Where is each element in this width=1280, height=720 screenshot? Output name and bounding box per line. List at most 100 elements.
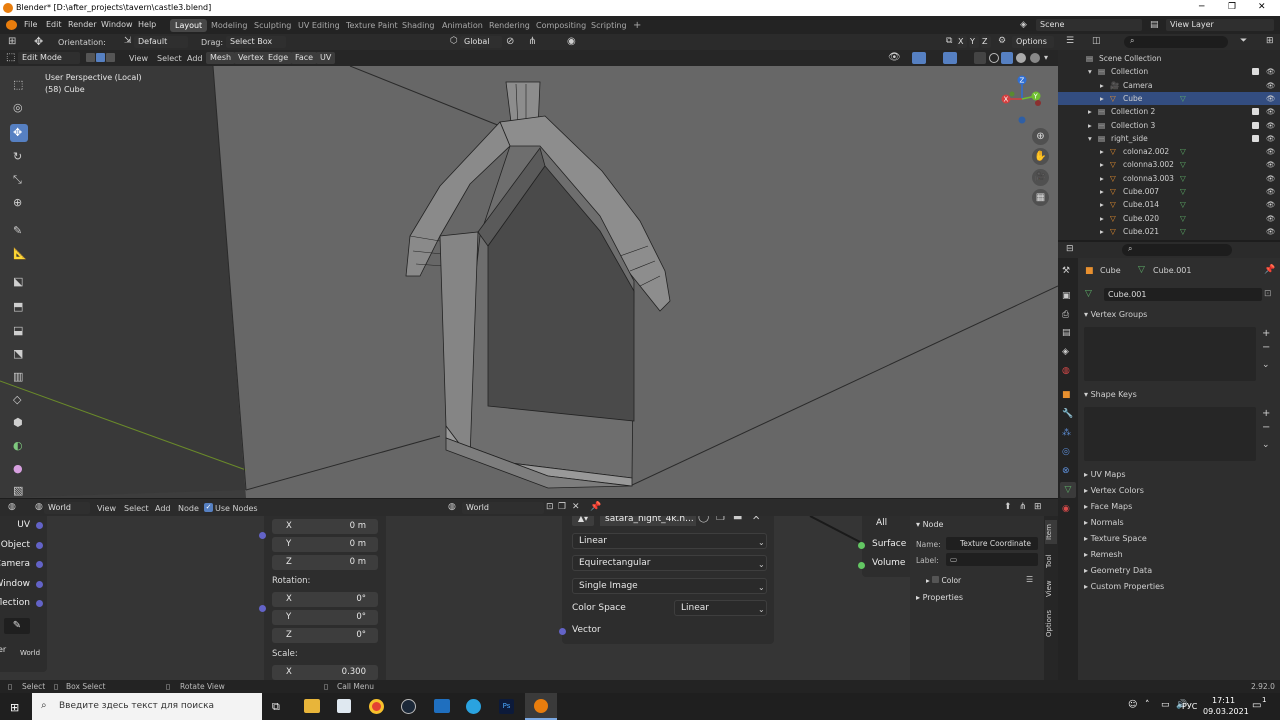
expand-arrow-icon[interactable]: ▸ (1100, 92, 1104, 105)
add-cube-tool-icon[interactable]: ⬕ (10, 273, 28, 291)
property-section-header[interactable]: ▸ Custom Properties (1084, 582, 1164, 591)
expand-arrow-icon[interactable]: ▸ (1100, 158, 1104, 171)
property-section-header[interactable]: ▸ Texture Space (1084, 534, 1147, 543)
select-box-tool-icon[interactable]: ⬚ (10, 76, 28, 94)
tab-shading[interactable]: Shading (397, 19, 440, 32)
property-section-header[interactable]: ▸ Geometry Data (1084, 566, 1152, 575)
property-section-header[interactable]: ▸ Remesh (1084, 550, 1123, 559)
texcoord-output-socket[interactable] (36, 522, 43, 529)
node-color-checkbox[interactable] (932, 576, 940, 583)
expand-arrow-icon[interactable]: ▸ (1100, 79, 1104, 92)
spin-tool-icon[interactable]: ◐ (10, 437, 28, 455)
output-target-dropdown[interactable]: All (876, 518, 887, 528)
measure-tool-icon[interactable]: 📐 (10, 245, 28, 263)
texcoord-output-socket[interactable] (36, 541, 43, 549)
expand-arrow-icon[interactable]: ▸ (1100, 198, 1104, 211)
env-vector-socket[interactable] (559, 628, 566, 635)
vector-component-field[interactable]: Z 0 m (272, 555, 378, 570)
chrome-icon[interactable] (369, 699, 384, 714)
mesh-data-icon[interactable]: ▽ (1180, 212, 1186, 225)
tab-tool[interactable]: Tool (1045, 550, 1057, 572)
notification-icon[interactable]: ▭ (1252, 700, 1261, 711)
filter-icon[interactable]: ⏷ (1240, 36, 1247, 46)
visibility-eye-icon[interactable]: 👁 (1266, 92, 1276, 105)
exclude-checkbox[interactable] (1252, 134, 1259, 142)
node-editor-type-icon[interactable]: ◍ (8, 502, 16, 512)
steam-icon[interactable] (401, 699, 416, 714)
transform-orientation-dropdown[interactable]: Global (460, 36, 502, 48)
backdrop-icon[interactable]: ⊞ (1034, 502, 1042, 512)
bevel-tool-icon[interactable]: ⬔ (10, 345, 28, 363)
visibility-eye-icon[interactable]: 👁 (1266, 145, 1276, 158)
outliner-row[interactable]: ▤ Scene Collection (1058, 52, 1280, 65)
editor-type-icon[interactable]: ⊞ (8, 36, 16, 47)
scale-tool-icon[interactable]: ⤡ (10, 171, 28, 189)
outliner-row[interactable]: ▸ ▽ colonna3.003 ▽ 👁 (1058, 172, 1280, 185)
node-color-menu-icon[interactable]: ☰ (1026, 575, 1033, 584)
parent-node-icon[interactable]: ⬆ (1004, 502, 1012, 512)
expand-arrow-icon[interactable]: ▸ (1088, 119, 1092, 132)
outliner-row[interactable]: ▾ ▤ Collection 👁 (1058, 65, 1280, 78)
vertex-select-icon[interactable] (86, 53, 95, 62)
node-color-toggle[interactable]: ▸ Color (926, 576, 961, 585)
exclude-checkbox[interactable] (1252, 68, 1259, 76)
properties-editor-icon[interactable]: ⊟ (1066, 244, 1074, 254)
expand-arrow-icon[interactable]: ▸ (1100, 145, 1104, 158)
interpolation-dropdown[interactable]: Linear (572, 533, 767, 549)
shear-tool-icon[interactable]: ▧ (10, 482, 28, 500)
knife-tool-icon[interactable]: ◇ (10, 391, 28, 409)
texcoord-output-socket[interactable] (36, 561, 43, 568)
scene-selector[interactable]: Scene (1036, 19, 1142, 31)
pivot-icon[interactable]: ⊘ (506, 36, 514, 47)
image-name-field[interactable]: satara_night_4k.h... (600, 516, 696, 526)
exclude-checkbox[interactable] (1252, 108, 1259, 116)
menu-file[interactable]: File (24, 20, 37, 29)
vector-component-field[interactable]: X 0 m (272, 519, 378, 534)
modifier-tab-icon[interactable]: 🔧 (1062, 409, 1073, 419)
editor-type-3d-icon[interactable]: ⬚ (6, 52, 15, 63)
texcoord-output-socket[interactable] (36, 600, 43, 607)
menu-help[interactable]: Help (138, 20, 156, 29)
world-duplicate-icon[interactable]: ❐ (558, 502, 566, 512)
outliner-row[interactable]: ▸ ▽ Cube.021 ▽ 👁 (1058, 225, 1280, 238)
poly-build-tool-icon[interactable]: ⬢ (10, 414, 28, 432)
mesh-data-icon[interactable]: ▽ (1180, 158, 1186, 171)
minimize-icon[interactable]: ─ (1199, 2, 1204, 12)
node-name-field[interactable]: Texture Coordinate (946, 537, 1038, 550)
tray-people-icon[interactable]: ☺ (1128, 700, 1137, 710)
tab-layout[interactable]: Layout (170, 19, 208, 32)
outliner-search-input[interactable]: ⌕ (1124, 36, 1228, 48)
axis-x-toggle[interactable]: X (957, 36, 967, 48)
smooth-tool-icon[interactable]: ● (10, 460, 28, 478)
menu-render[interactable]: Render (68, 20, 96, 29)
tab-rendering[interactable]: Rendering (484, 19, 535, 32)
outliner-row[interactable]: ▸ ▽ colona2.002 ▽ 👁 (1058, 145, 1280, 158)
node-menu-view[interactable]: View (97, 504, 116, 513)
cursor-tool-icon[interactable]: ◎ (10, 99, 28, 117)
perspective-toggle-icon[interactable]: ▦ (1032, 189, 1049, 206)
options-dropdown[interactable]: Options (1012, 36, 1054, 48)
menu-select[interactable]: Select (157, 54, 182, 63)
node-section-header[interactable]: ▾ Node (916, 520, 943, 529)
mesh-data-icon[interactable]: ▽ (1180, 198, 1186, 211)
node-editor-canvas[interactable]: UVObjectCameraWindowflection ✎ er World … (0, 516, 1058, 680)
fake-user-icon[interactable]: ⊡ (1264, 289, 1272, 299)
data-tab-icon[interactable]: ▽ (1060, 482, 1076, 498)
axis-z-toggle[interactable]: Z (981, 36, 991, 48)
tab-modeling[interactable]: Modeling (206, 19, 252, 32)
xray-icon[interactable] (974, 52, 986, 64)
shader-type-dropdown[interactable]: World (44, 502, 90, 514)
photos-icon[interactable] (434, 699, 450, 713)
mesh-data-icon[interactable]: ▽ (1085, 289, 1092, 299)
scene-icon[interactable]: ◈ (1020, 20, 1027, 30)
tray-network-icon[interactable]: ▭ (1161, 700, 1170, 710)
expand-arrow-icon[interactable]: ▾ (1088, 65, 1092, 78)
environment-texture-node[interactable]: ▲▾ satara_night_4k.h... ◯ ❐ ▬ ✕ Linear E… (562, 516, 774, 644)
visibility-eye-icon[interactable]: 👁 (1266, 158, 1276, 171)
tab-scripting[interactable]: Scripting (586, 19, 632, 32)
object-tab-icon[interactable]: ■ (1062, 390, 1071, 400)
expand-arrow-icon[interactable]: ▸ (1100, 212, 1104, 225)
image-open-icon[interactable]: ▬ (733, 516, 742, 523)
menu-face[interactable]: Face (291, 52, 318, 64)
outliner-row[interactable]: ▸ ▽ Cube ▽ 👁 (1058, 91, 1280, 105)
